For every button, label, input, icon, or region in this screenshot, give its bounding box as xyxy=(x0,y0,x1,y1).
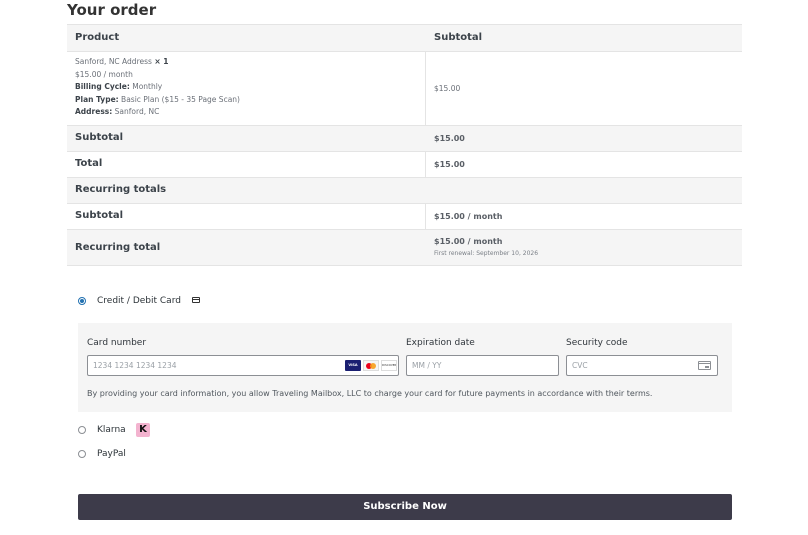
card-number-label: Card number xyxy=(87,338,147,348)
recurring-total-value: $15.00 / month xyxy=(434,237,503,246)
table-header: Product Subtotal xyxy=(67,24,742,51)
card-form: Card number 1234 1234 1234 1234 VISA DIS… xyxy=(78,323,732,412)
mastercard-icon xyxy=(363,360,379,371)
first-renewal: First renewal: September 10, 2026 xyxy=(434,250,539,257)
security-code-placeholder: CVC xyxy=(572,361,588,370)
table-row: Total $15.00 xyxy=(67,151,742,177)
order-heading: Your order xyxy=(67,1,157,19)
address-value: Sanford, NC xyxy=(114,107,160,116)
expiration-label: Expiration date xyxy=(406,338,475,348)
address-label: Address: xyxy=(75,107,113,116)
klarna-logo-icon: K xyxy=(136,423,150,437)
subscribe-button[interactable]: Subscribe Now xyxy=(78,494,732,520)
total-label: Total xyxy=(75,158,103,169)
table-row: Subtotal $15.00 xyxy=(67,125,742,151)
table-row: Recurring totals xyxy=(67,177,742,203)
product-price: $15.00 / month xyxy=(75,69,133,79)
table-row: Sanford, NC Address × 1 $15.00 / month B… xyxy=(67,51,742,125)
recurring-subtotal-label: Subtotal xyxy=(75,210,124,221)
card-icon xyxy=(192,297,200,303)
klarna-method-label[interactable]: Klarna xyxy=(97,425,126,435)
visa-icon: VISA xyxy=(345,360,361,371)
klarna-radio[interactable] xyxy=(78,426,86,434)
discover-text: DISCOVER xyxy=(382,363,397,367)
paypal-radio[interactable] xyxy=(78,450,86,458)
table-row: Recurring total $15.00 / month First ren… xyxy=(67,229,742,266)
total-value: $15.00 xyxy=(434,160,465,169)
recurring-total-label: Recurring total xyxy=(75,242,161,253)
cvc-card-icon xyxy=(698,361,711,370)
recurring-totals-heading: Recurring totals xyxy=(75,184,167,195)
security-code-label: Security code xyxy=(566,338,628,348)
card-number-input[interactable]: 1234 1234 1234 1234 VISA DISCOVER xyxy=(87,355,399,376)
consent-text: By providing your card information, you … xyxy=(87,389,653,398)
card-number-placeholder: 1234 1234 1234 1234 xyxy=(93,361,177,370)
product-qty: × 1 xyxy=(154,57,169,66)
col-subtotal-header: Subtotal xyxy=(434,32,483,43)
visa-text: VISA xyxy=(348,363,358,367)
product-subtotal: $15.00 xyxy=(434,84,461,93)
billing-cycle-label: Billing Cycle: xyxy=(75,82,130,91)
card-method-label[interactable]: Credit / Debit Card xyxy=(97,296,181,306)
plan-type-label: Plan Type: xyxy=(75,94,119,104)
billing-cycle-value: Monthly xyxy=(132,82,163,91)
discover-icon: DISCOVER xyxy=(381,360,397,371)
expiration-placeholder: MM / YY xyxy=(412,361,442,370)
plan-type-value: Basic Plan ($15 - 35 Page Scan) xyxy=(121,94,240,104)
security-code-input[interactable]: CVC xyxy=(566,355,718,376)
product-details: Sanford, NC Address × 1 $15.00 / month B… xyxy=(75,56,240,119)
card-radio[interactable] xyxy=(78,297,86,305)
expiration-input[interactable]: MM / YY xyxy=(406,355,559,376)
table-row: Subtotal $15.00 / month xyxy=(67,203,742,229)
subtotal-value: $15.00 xyxy=(434,134,465,143)
recurring-subtotal-value: $15.00 / month xyxy=(434,212,503,221)
col-product-header: Product xyxy=(75,32,120,43)
product-name: Sanford, NC Address xyxy=(75,57,152,66)
subtotal-label: Subtotal xyxy=(75,132,124,143)
paypal-method-label[interactable]: PayPal xyxy=(97,449,126,459)
